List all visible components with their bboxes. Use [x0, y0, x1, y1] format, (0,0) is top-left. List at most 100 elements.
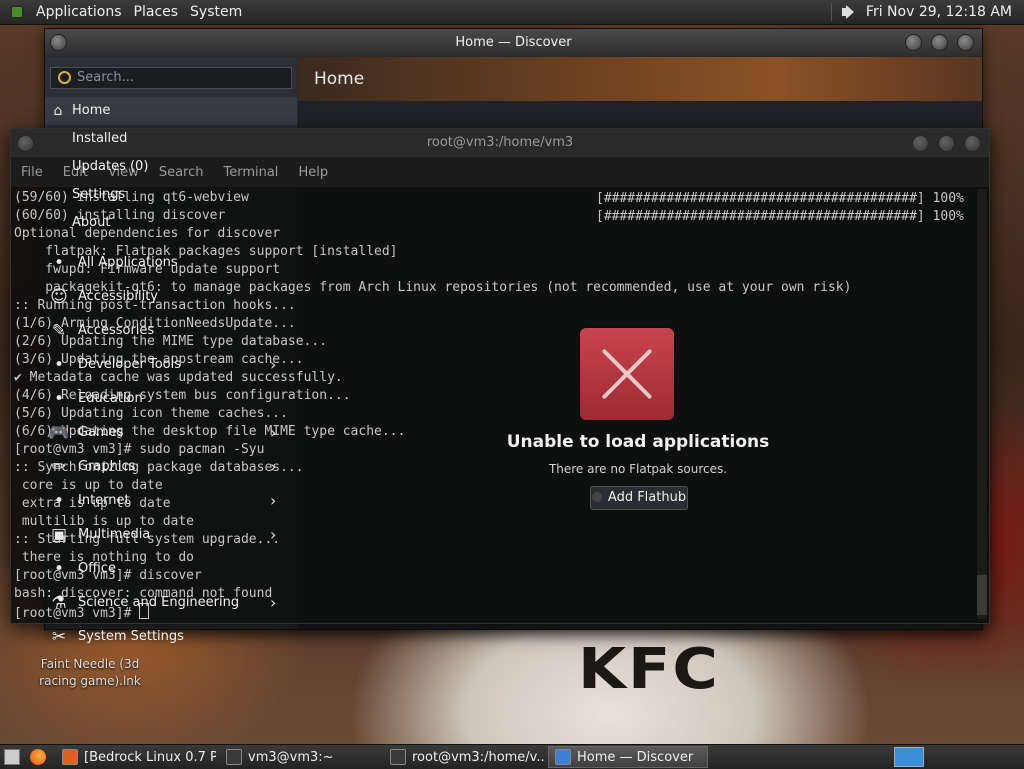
system-menu[interactable]: System	[184, 4, 248, 20]
category-label: Science and Engineering	[78, 595, 240, 610]
terminal-scrollbar[interactable]	[977, 189, 987, 619]
grid-icon: •	[53, 253, 65, 273]
sidebar-item-settings[interactable]: Settings	[72, 184, 312, 206]
category-label: Accessories	[78, 323, 155, 338]
sidebar-item-about[interactable]: About	[72, 212, 312, 234]
distro-logo-icon[interactable]	[10, 5, 24, 19]
category-label: Internet	[78, 493, 130, 508]
top-panel: Applications Places System Fri Nov 29, 1…	[0, 0, 1024, 25]
category-label: Developer Tools	[78, 357, 182, 372]
add-flathub-label: Add Flathub	[607, 490, 687, 505]
category-graphics[interactable]: ✏ Graphics ›	[48, 456, 288, 478]
category-internet[interactable]: • Internet ›	[48, 490, 288, 512]
chevron-right-icon: ›	[270, 423, 277, 442]
taskbar-task-label: root@vm3:/home/v...	[412, 749, 544, 765]
applications-menu[interactable]: Applications	[30, 4, 128, 20]
sidebar-item-label: Installed	[72, 131, 128, 146]
terminal-icon	[390, 749, 406, 765]
chevron-right-icon: ›	[270, 355, 277, 374]
category-system-settings[interactable]: ✂ System Settings	[48, 626, 288, 648]
chevron-right-icon: ›	[270, 593, 277, 612]
panel-separator	[830, 3, 832, 21]
category-label: Multimedia	[78, 527, 151, 542]
sidebar-item-label: Settings	[72, 187, 126, 202]
terminal-title: root@vm3:/home/vm3	[426, 135, 574, 150]
discover-icon	[555, 749, 571, 765]
show-desktop-icon[interactable]	[4, 749, 20, 765]
taskbar-task-label: [Bedrock Linux 0.7 P...	[84, 749, 216, 765]
discover-title: Home — Discover	[455, 35, 572, 50]
internet-icon: •	[53, 491, 65, 511]
developer-icon: •	[53, 355, 65, 375]
sidebar-item-label: About	[72, 215, 111, 230]
taskbar-task[interactable]: root@vm3:/home/v...	[384, 746, 544, 768]
category-all-applications[interactable]: • All Applications	[48, 252, 288, 274]
category-office[interactable]: • Office	[48, 558, 288, 580]
tools-icon: ✂	[51, 627, 67, 647]
education-icon: •	[53, 389, 65, 409]
window-menu-button[interactable]	[50, 34, 67, 51]
maximize-button[interactable]	[931, 34, 948, 51]
taskbar-task[interactable]: [Bedrock Linux 0.7 P...	[56, 746, 216, 768]
search-icon	[58, 71, 71, 84]
search-input[interactable]: Search...	[50, 67, 292, 89]
category-science-and-engineering[interactable]: ⚗ Science and Engineering ›	[48, 592, 288, 614]
category-education[interactable]: • Education	[48, 388, 288, 410]
home-icon: ⌂	[53, 103, 63, 119]
category-accessories[interactable]: ✎ Accessories	[48, 320, 288, 342]
bottom-taskbar: [Bedrock Linux 0.7 P... vm3@vm3:~ root@vm3…	[0, 744, 1024, 769]
category-developer-tools[interactable]: • Developer Tools ›	[48, 354, 288, 376]
category-accessibility[interactable]: ☺ Accessibility	[48, 286, 288, 308]
sidebar-item-updates[interactable]: Updates (0)	[72, 156, 312, 178]
category-games[interactable]: 🎮 Games ›	[48, 422, 288, 444]
terminal-close-button[interactable]	[964, 135, 981, 152]
sidebar-item-label: Updates (0)	[72, 159, 149, 174]
sidebar-item-label: Home	[72, 103, 111, 118]
taskbar-task[interactable]: Home — Discover	[548, 746, 708, 768]
multimedia-icon: ▣	[50, 525, 68, 545]
accessories-icon: ✎	[51, 321, 67, 341]
tray-app-icon[interactable]	[894, 747, 924, 767]
empty-state-title: Unable to load applications	[506, 432, 770, 452]
chevron-right-icon: ›	[270, 491, 277, 510]
volume-icon[interactable]	[840, 4, 858, 20]
error-icon	[580, 328, 674, 420]
sidebar-item-home[interactable]: ⌂ Home	[50, 100, 290, 122]
chevron-right-icon: ›	[270, 457, 277, 476]
add-source-icon	[591, 492, 602, 502]
gamepad-icon: 🎮	[48, 423, 70, 443]
category-label: Graphics	[78, 459, 136, 474]
terminal-icon	[226, 749, 242, 765]
places-menu[interactable]: Places	[128, 4, 185, 20]
wallpaper-logo-text: KFC	[578, 635, 720, 702]
progress-bar-text: [#######################################…	[596, 209, 964, 224]
category-label: Education	[78, 391, 143, 406]
office-icon: •	[53, 559, 65, 579]
science-icon: ⚗	[51, 593, 67, 613]
scrollbar-thumb[interactable]	[977, 575, 987, 615]
category-multimedia[interactable]: ▣ Multimedia ›	[48, 524, 288, 546]
terminal-menu-file[interactable]: File	[11, 165, 53, 180]
browser-icon	[62, 749, 78, 765]
task-list: [Bedrock Linux 0.7 P... vm3@vm3:~ root@vm3…	[56, 746, 712, 768]
progress-bar-text: [#######################################…	[596, 191, 964, 206]
terminal-menu-button[interactable]	[17, 135, 34, 152]
clock[interactable]: Fri Nov 29, 12:18 AM	[866, 4, 1012, 20]
accessibility-icon: ☺	[50, 287, 68, 307]
add-flathub-button[interactable]: Add Flathub	[590, 486, 688, 510]
taskbar-task-label: vm3@vm3:~	[248, 749, 334, 765]
discover-titlebar[interactable]: Home — Discover	[45, 29, 982, 56]
close-button[interactable]	[957, 34, 974, 51]
taskbar-task[interactable]: vm3@vm3:~	[220, 746, 380, 768]
terminal-minimize-button[interactable]	[912, 135, 929, 152]
sidebar-item-installed[interactable]: Installed	[72, 128, 312, 150]
minimize-button[interactable]	[905, 34, 922, 51]
taskbar-task-label: Home — Discover	[577, 749, 694, 765]
terminal-maximize-button[interactable]	[938, 135, 955, 152]
firefox-icon[interactable]	[30, 749, 46, 765]
empty-state-subtitle: There are no Flatpak sources.	[548, 462, 728, 476]
category-label: All Applications	[78, 255, 178, 270]
page-title: Home	[314, 69, 365, 89]
desktop-icon-label[interactable]: Faint Needle (3d racing game).lnk	[30, 656, 150, 690]
graphics-icon: ✏	[51, 457, 67, 477]
